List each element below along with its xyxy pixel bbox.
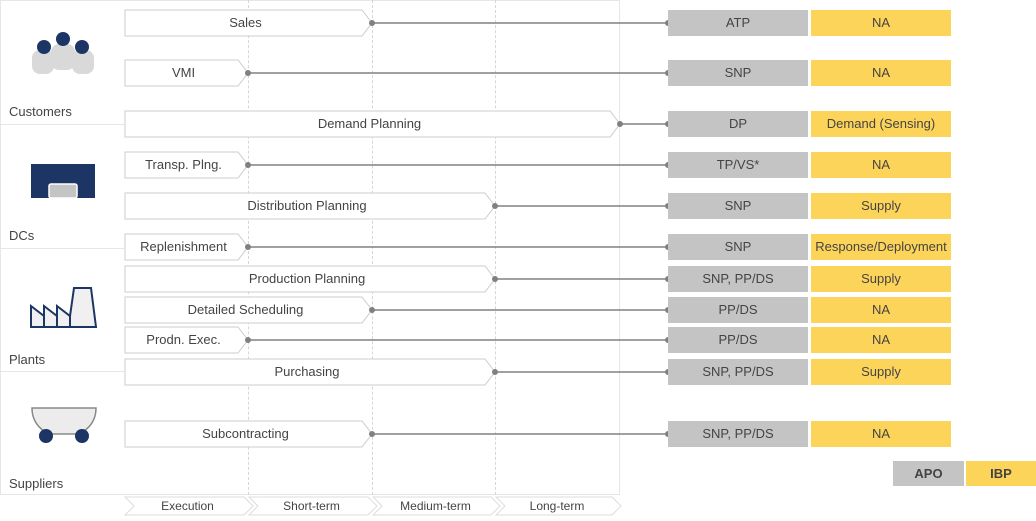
legend-ibp: IBP xyxy=(966,461,1036,486)
process-label-production-planning: Production Planning xyxy=(248,271,366,286)
process-label-sales: Sales xyxy=(229,15,262,30)
process-label-detailed-scheduling: Detailed Scheduling xyxy=(187,302,304,317)
process-label-vmi: VMI xyxy=(171,65,196,80)
connector-dot xyxy=(245,162,251,168)
ibp-cell: NA xyxy=(811,60,951,86)
ibp-cell: NA xyxy=(811,421,951,447)
connector-dot xyxy=(617,121,623,127)
ibp-cell: Supply xyxy=(811,266,951,292)
ibp-cell: Demand (Sensing) xyxy=(811,111,951,137)
process-label-demand-planning: Demand Planning xyxy=(317,116,422,131)
connector-dot xyxy=(245,70,251,76)
process-label-distribution-planning: Distribution Planning xyxy=(247,198,367,213)
legend-apo: APO xyxy=(893,461,964,486)
apo-cell: SNP xyxy=(668,60,808,86)
apo-cell: ATP xyxy=(668,10,808,36)
apo-cell: SNP, PP/DS xyxy=(668,359,808,385)
connector-dot xyxy=(369,20,375,26)
process-label-subcontracting: Subcontracting xyxy=(202,426,289,441)
connector-dot xyxy=(369,431,375,437)
apo-cell: TP/VS* xyxy=(668,152,808,178)
ibp-cell: Supply xyxy=(811,359,951,385)
connector-dot xyxy=(245,337,251,343)
process-label-replenishment: Replenishment xyxy=(140,239,227,254)
apo-cell: SNP, PP/DS xyxy=(668,421,808,447)
ibp-cell: NA xyxy=(811,327,951,353)
apo-cell: PP/DS xyxy=(668,327,808,353)
horizon-label-short-term: Short-term xyxy=(283,499,340,513)
process-label-transp-plng: Transp. Plng. xyxy=(145,157,222,172)
ibp-cell: Response/Deployment xyxy=(811,234,951,260)
connector-dot xyxy=(492,203,498,209)
ibp-cell: NA xyxy=(811,152,951,178)
process-label-prodn-exec: Prodn. Exec. xyxy=(146,332,221,347)
process-label-purchasing: Purchasing xyxy=(274,364,340,379)
ibp-cell: Supply xyxy=(811,193,951,219)
ibp-cell: NA xyxy=(811,297,951,323)
apo-cell: SNP xyxy=(668,193,808,219)
connector-dot xyxy=(492,276,498,282)
connector-dot xyxy=(369,307,375,313)
horizon-label-execution: Execution xyxy=(161,499,214,513)
apo-cell: DP xyxy=(668,111,808,137)
apo-cell: PP/DS xyxy=(668,297,808,323)
ibp-cell: NA xyxy=(811,10,951,36)
apo-cell: SNP xyxy=(668,234,808,260)
apo-cell: SNP, PP/DS xyxy=(668,266,808,292)
connector-dot xyxy=(492,369,498,375)
horizon-label-long-term: Long-term xyxy=(529,499,585,513)
horizon-label-medium-term: Medium-term xyxy=(400,499,471,513)
connector-dot xyxy=(245,244,251,250)
